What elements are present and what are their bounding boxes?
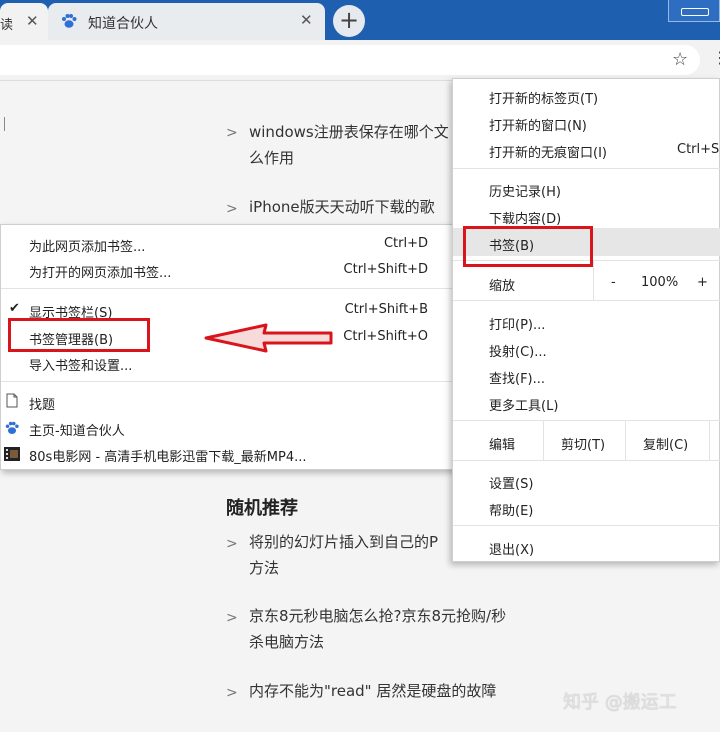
divider	[709, 420, 710, 460]
tab-2[interactable]: 知道合伙人 ✕	[48, 3, 325, 40]
tab-title: 知道合伙人	[88, 16, 158, 32]
paw-icon	[5, 421, 19, 435]
more-tools-item[interactable]: 更多工具(L)	[489, 395, 558, 414]
minimize-button[interactable]	[668, 0, 720, 22]
list-item-cont[interactable]: 么作用	[249, 146, 294, 171]
zoom-in-button[interactable]: +	[697, 275, 708, 290]
cast-item[interactable]: 投射(C)...	[489, 341, 547, 360]
divider	[453, 300, 720, 301]
shortcut-label: Ctrl+S	[677, 142, 720, 157]
bookmark-item[interactable]: 主页-知道合伙人	[29, 420, 125, 439]
chevron-right-icon: >	[226, 685, 238, 701]
divider	[453, 168, 720, 169]
address-bar[interactable]	[0, 45, 700, 75]
edit-label: 编辑	[489, 438, 516, 453]
new-incognito-item[interactable]: 打开新的无痕窗口(I)	[489, 142, 607, 161]
chevron-right-icon: >	[226, 125, 238, 141]
divider	[453, 420, 720, 421]
history-item[interactable]: 历史记录(H)	[489, 181, 561, 200]
find-item[interactable]: 查找(F)...	[489, 368, 545, 387]
divider	[453, 460, 720, 461]
exit-item[interactable]: 退出(X)	[489, 539, 534, 558]
zoom-out-button[interactable]: -	[611, 275, 616, 290]
list-item[interactable]: 内存不能为"read" 居然是硬盘的故障	[249, 679, 496, 704]
divider	[453, 525, 720, 526]
help-item[interactable]: 帮助(E)	[489, 500, 533, 519]
menu-icon[interactable]: ⋮	[712, 48, 720, 67]
import-bookmarks-item[interactable]: 导入书签和设置...	[29, 355, 132, 374]
chevron-right-icon: >	[226, 536, 238, 552]
close-icon[interactable]: ✕	[300, 11, 313, 29]
list-item-cont[interactable]: 杀电脑方法	[249, 630, 324, 655]
tab-1[interactable]: 读 ✕	[0, 3, 48, 40]
paw-icon	[62, 14, 77, 28]
browser-main-menu: 打开新的标签页(T) 打开新的窗口(N) 打开新的无痕窗口(I) Ctrl+S …	[452, 78, 720, 562]
divider	[1, 288, 454, 289]
list-item[interactable]: windows注册表保存在哪个文	[249, 120, 449, 145]
bookmark-item[interactable]: 80s电影网 - 高清手机电影迅雷下载_最新MP4...	[29, 446, 307, 465]
star-icon[interactable]: ☆	[672, 49, 688, 70]
divider	[1, 381, 454, 382]
section-title: 随机推荐	[226, 498, 298, 519]
new-window-item[interactable]: 打开新的窗口(N)	[489, 115, 587, 134]
new-tab-button[interactable]: +	[333, 5, 365, 37]
shortcut-label: Ctrl+D	[383, 236, 428, 251]
list-item[interactable]: 将别的幻灯片插入到自己的P	[249, 530, 438, 555]
add-bookmark-item[interactable]: 为此网页添加书签...	[29, 236, 145, 255]
watermark: 知乎 @搬运工	[563, 692, 677, 713]
left-arrow-icon	[204, 323, 333, 353]
shortcut-label: Ctrl+Shift+O	[343, 329, 428, 344]
list-item-cont[interactable]: 方法	[249, 556, 279, 581]
shortcut-label: Ctrl+Shift+D	[343, 262, 428, 277]
page-icon	[6, 393, 18, 408]
divider	[625, 420, 626, 460]
list-item[interactable]: 京东8元秒电脑怎么抢?京东8元抢购/秒	[249, 604, 506, 629]
print-item[interactable]: 打印(P)...	[489, 314, 545, 333]
tab-title: 读	[0, 18, 14, 33]
check-icon: ✔	[9, 301, 20, 316]
highlight-box-manager	[8, 318, 150, 352]
chevron-right-icon: >	[226, 201, 238, 217]
add-open-pages-item[interactable]: 为打开的网页添加书签...	[29, 262, 171, 281]
settings-item[interactable]: 设置(S)	[489, 473, 533, 492]
bookmark-item[interactable]: 找题	[29, 394, 55, 413]
film-icon	[4, 447, 20, 461]
downloads-item[interactable]: 下载内容(D)	[489, 208, 561, 227]
zoom-label: 缩放	[489, 279, 516, 294]
shortcut-label: Ctrl+Shift+B	[344, 302, 428, 317]
copy-button[interactable]: 复制(C)	[643, 434, 688, 453]
list-item[interactable]: iPhone版天天动听下载的歌	[249, 195, 435, 220]
text-caret	[4, 117, 5, 131]
chevron-right-icon: >	[226, 610, 238, 626]
divider	[543, 420, 544, 460]
new-tab-item[interactable]: 打开新的标签页(T)	[489, 88, 598, 107]
highlight-box-bookmarks	[463, 226, 593, 267]
close-icon[interactable]: ✕	[26, 12, 39, 30]
cut-button[interactable]: 剪切(T)	[561, 434, 605, 453]
zoom-level: 100%	[641, 275, 679, 290]
divider	[593, 260, 594, 300]
